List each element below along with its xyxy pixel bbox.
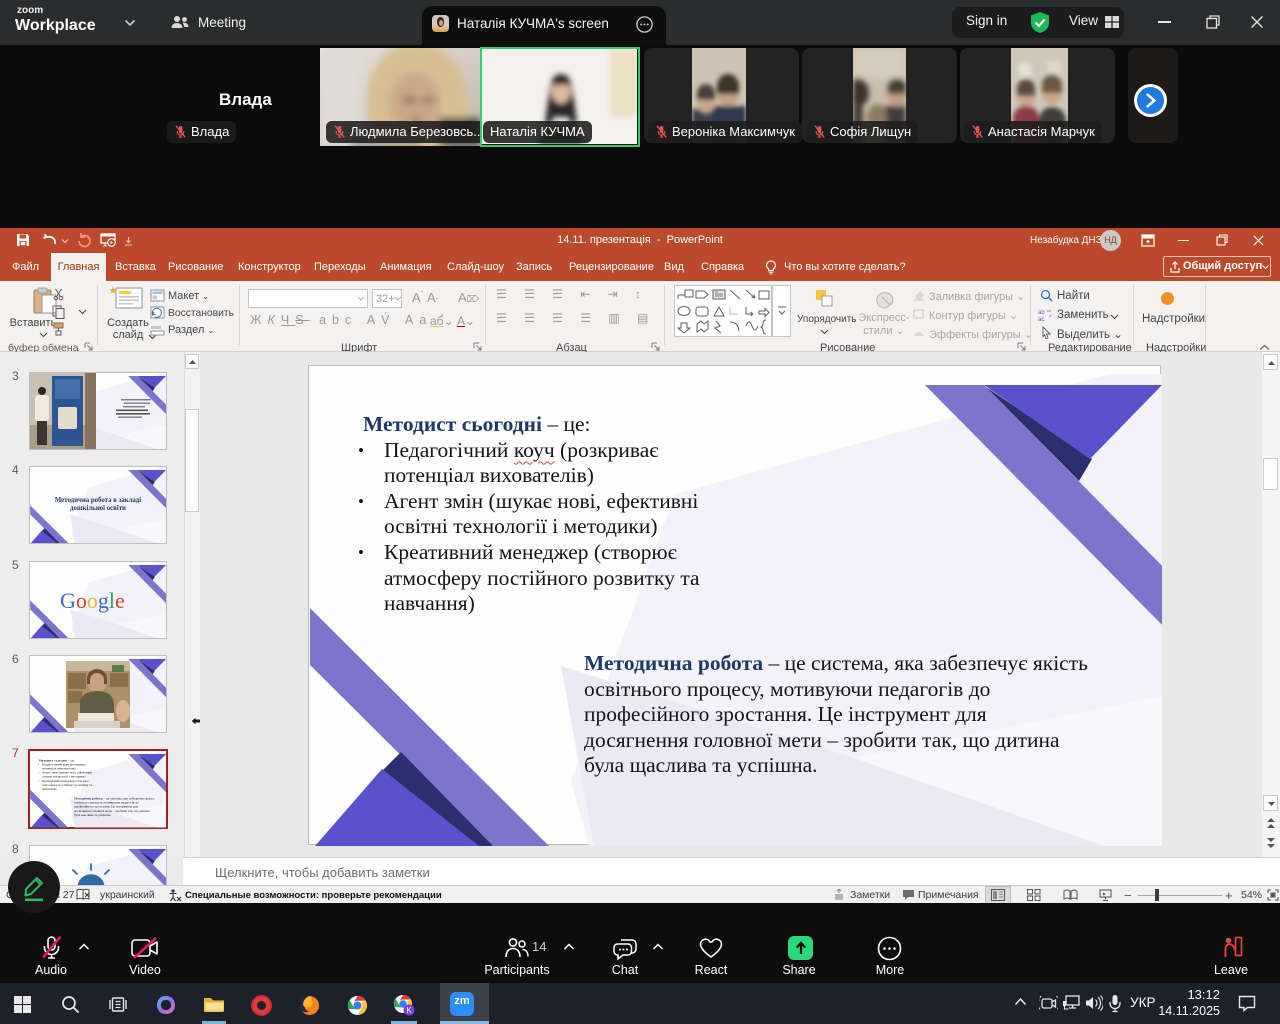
svg-text:дошкільної освіти: дошкільної освіти: [70, 505, 126, 512]
svg-text:Google: Google: [60, 588, 125, 613]
svg-text:K: K: [406, 1006, 412, 1015]
svg-text:ab: ab: [1038, 310, 1045, 316]
svg-text:ac: ac: [1038, 317, 1044, 322]
svg-text:Методична робота в закладі: Методична робота в закладі: [55, 497, 141, 504]
